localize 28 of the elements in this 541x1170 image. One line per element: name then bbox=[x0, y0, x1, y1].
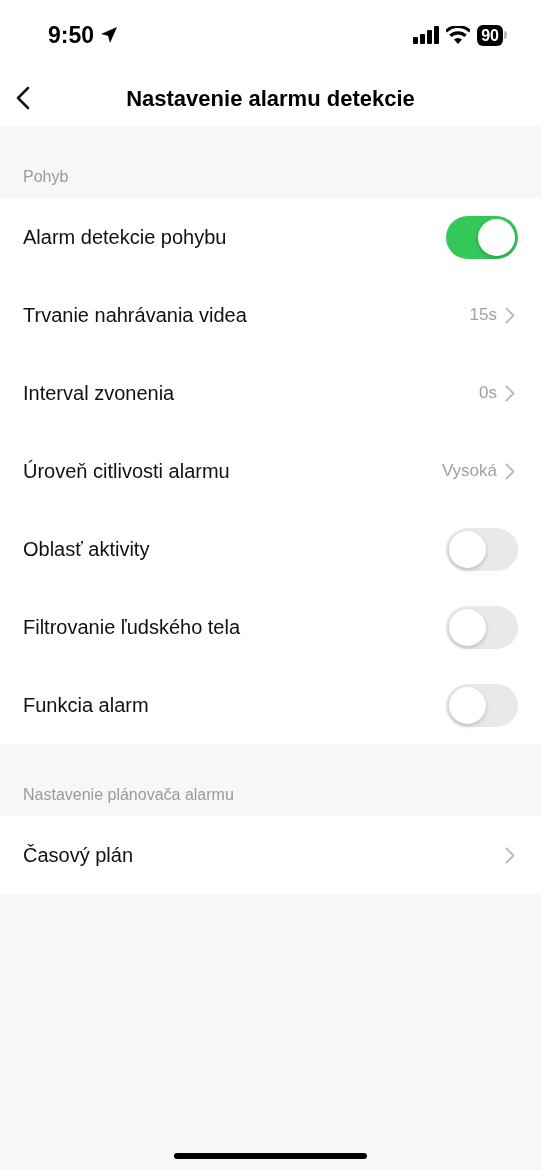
setting-label: Interval zvonenia bbox=[23, 381, 175, 406]
chevron-right-icon bbox=[505, 306, 515, 324]
page-title: Nastavenie alarmu detekcie bbox=[126, 84, 415, 113]
chevron-right-icon bbox=[505, 462, 515, 480]
setting-label: Filtrovanie ľudského tela bbox=[23, 615, 241, 640]
status-time: 9:50 bbox=[48, 20, 95, 50]
setting-label: Alarm detekcie pohybu bbox=[23, 225, 227, 250]
toggle-switch[interactable] bbox=[446, 683, 518, 727]
chevron-right-icon bbox=[505, 384, 515, 402]
chevron-right-icon bbox=[505, 846, 515, 864]
back-icon bbox=[16, 86, 30, 110]
section-label: Pohyb bbox=[23, 167, 69, 187]
setting-label: Úroveň citlivosti alarmu bbox=[23, 459, 230, 484]
wifi-icon bbox=[446, 26, 471, 44]
section-label: Nastavenie plánovača alarmu bbox=[23, 785, 234, 805]
setting-label: Trvanie nahrávania videa bbox=[23, 303, 247, 328]
battery-level: 90 bbox=[477, 24, 503, 46]
toggle-switch[interactable] bbox=[446, 527, 518, 571]
toggle-switch[interactable] bbox=[446, 215, 518, 259]
toggle-switch[interactable] bbox=[446, 605, 518, 649]
setting-value: Vysoká bbox=[441, 460, 497, 483]
location-arrow-icon bbox=[100, 26, 119, 44]
signal-icon bbox=[413, 26, 440, 44]
setting-label: Funkcia alarm bbox=[23, 693, 149, 718]
setting-value: 15s bbox=[469, 304, 497, 327]
setting-value: 0s bbox=[479, 382, 497, 405]
setting-label: Oblasť aktivity bbox=[23, 537, 150, 562]
setting-label: Časový plán bbox=[23, 843, 134, 868]
